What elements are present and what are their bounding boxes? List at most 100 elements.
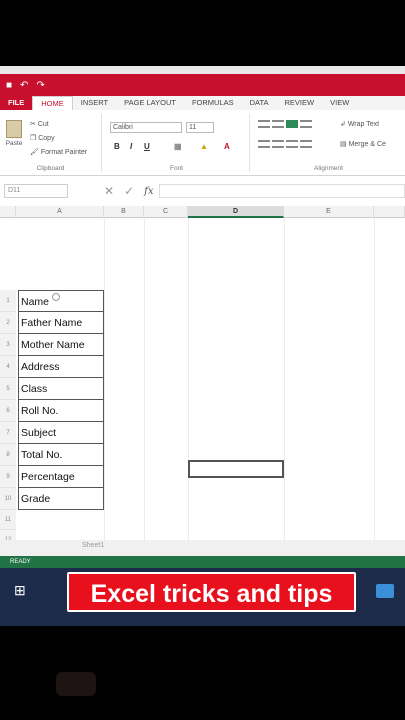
tab-insert[interactable]: INSERT — [73, 96, 116, 110]
bold-button[interactable]: B — [114, 142, 120, 151]
font-color-icon[interactable]: A — [224, 142, 230, 151]
tab-page-layout[interactable]: PAGE LAYOUT — [116, 96, 184, 110]
column-header-c[interactable]: C — [144, 206, 188, 218]
cancel-icon[interactable]: ✕ — [104, 184, 114, 198]
clipboard-group-label: Clipboard — [36, 165, 65, 172]
select-all-corner[interactable] — [0, 206, 16, 218]
alignment-group: ↲ Wrap Text ▤ Merge & Ce Alignment — [252, 114, 405, 172]
title-bar: ■ ↶ ↷ — [0, 74, 405, 96]
window-top-strip — [0, 66, 405, 74]
cut-button[interactable]: ✂ Cut — [30, 120, 49, 128]
borders-icon[interactable]: ▦ — [174, 142, 182, 151]
alignment-group-label: Alignment — [314, 165, 343, 172]
font-name-select[interactable]: Calibri — [110, 122, 182, 133]
sheet-tab-bar: Sheet1 — [0, 540, 405, 556]
orientation-icon[interactable] — [300, 120, 312, 128]
background-object — [56, 672, 96, 696]
wrap-text-button[interactable]: ↲ Wrap Text — [340, 120, 379, 128]
row-header[interactable]: 2 — [0, 312, 16, 334]
paste-button[interactable]: Paste — [4, 120, 24, 150]
row-header[interactable]: 10 — [0, 488, 16, 510]
insert-function-icon[interactable]: fx — [144, 186, 153, 197]
ribbon-tabs: FILE HOME INSERT PAGE LAYOUT FORMULAS DA… — [0, 96, 405, 110]
align-center-icon[interactable] — [272, 140, 284, 148]
align-left-icon[interactable] — [258, 140, 270, 148]
cell-a6[interactable]: Roll No. — [18, 400, 104, 422]
indent-icon[interactable] — [300, 140, 312, 148]
row-header[interactable]: 4 — [0, 356, 16, 378]
active-cell-d11[interactable] — [188, 460, 284, 478]
sheet-tab[interactable]: Sheet1 — [78, 542, 108, 549]
row-header[interactable]: 1 — [0, 290, 16, 312]
gridline — [188, 218, 189, 551]
tab-review[interactable]: REVIEW — [277, 96, 323, 110]
align-right-icon[interactable] — [286, 140, 298, 148]
clipboard-icon — [6, 120, 22, 138]
formula-input[interactable] — [159, 184, 405, 198]
excel-window: ■ ↶ ↷ FILE HOME INSERT PAGE LAYOUT FORMU… — [0, 66, 405, 626]
font-group-label: Font — [169, 165, 183, 172]
align-middle-icon[interactable] — [272, 120, 284, 128]
redo-icon[interactable]: ↷ — [36, 80, 44, 91]
row-header[interactable]: 7 — [0, 422, 16, 444]
gridline — [144, 218, 145, 551]
format-painter-button[interactable]: 🖌 Format Painter — [30, 148, 87, 156]
windows-start-icon[interactable]: ⊞ — [14, 582, 30, 598]
cell-a10[interactable]: Grade — [18, 488, 104, 510]
paste-label: Paste — [5, 140, 23, 147]
ribbon-home: Paste ✂ Cut ❐ Copy 🖌 Format Painter Clip… — [0, 110, 405, 176]
font-size-select[interactable]: 11 — [186, 122, 214, 133]
tab-view[interactable]: VIEW — [322, 96, 357, 110]
spreadsheet-grid[interactable]: A B C D E 1 2 3 4 5 6 7 8 9 10 11 12 Nam… — [0, 206, 405, 551]
row-header[interactable]: 9 — [0, 466, 16, 488]
clipboard-group: Paste ✂ Cut ❐ Copy 🖌 Format Painter Clip… — [0, 114, 102, 172]
column-header-f[interactable] — [374, 206, 405, 218]
tab-file[interactable]: FILE — [0, 96, 33, 110]
store-icon[interactable] — [376, 584, 394, 598]
row-header[interactable]: 8 — [0, 444, 16, 466]
font-group: Calibri 11 B I U ▦ ▲ A Font — [104, 114, 250, 172]
align-top-icon[interactable] — [258, 120, 270, 128]
name-box[interactable]: D11 — [4, 184, 68, 198]
tab-formulas[interactable]: FORMULAS — [184, 96, 242, 110]
cell-a7[interactable]: Subject — [18, 422, 104, 444]
alignment-buttons — [258, 120, 328, 160]
underline-button[interactable]: U — [144, 142, 150, 151]
video-caption: Excel tricks and tips — [67, 572, 356, 612]
copy-label: Copy — [38, 135, 55, 142]
gridline — [284, 218, 285, 551]
cell-a3[interactable]: Mother Name — [18, 334, 104, 356]
gridline — [374, 218, 375, 551]
cell-a5[interactable]: Class — [18, 378, 104, 400]
status-bar: READY — [0, 556, 405, 568]
gridline — [104, 218, 105, 551]
format-painter-label: Format Painter — [40, 149, 88, 156]
align-bottom-icon[interactable] — [286, 120, 298, 128]
column-header-d[interactable]: D — [188, 206, 284, 218]
italic-button[interactable]: I — [130, 142, 132, 151]
row-header[interactable]: 6 — [0, 400, 16, 422]
row-header[interactable]: 3 — [0, 334, 16, 356]
cell-a4[interactable]: Address — [18, 356, 104, 378]
cell-a2[interactable]: Father Name — [18, 312, 104, 334]
merge-center-button[interactable]: ▤ Merge & Ce — [340, 140, 386, 148]
enter-icon[interactable]: ✓ — [124, 184, 134, 198]
column-header-a[interactable]: A — [16, 206, 104, 218]
formula-bar: D11 ✕ ✓ fx — [0, 182, 405, 200]
cut-label: Cut — [37, 121, 49, 128]
row-header[interactable]: 11 — [0, 510, 16, 530]
save-icon[interactable]: ■ — [6, 80, 12, 91]
column-header-b[interactable]: B — [104, 206, 144, 218]
fill-color-icon[interactable]: ▲ — [200, 142, 208, 151]
row-header[interactable]: 5 — [0, 378, 16, 400]
cell-a1[interactable]: Name — [18, 290, 104, 312]
cell-a9[interactable]: Percentage — [18, 466, 104, 488]
cell-a8[interactable]: Total No. — [18, 444, 104, 466]
tab-home[interactable]: HOME — [32, 96, 73, 110]
wrap-text-label: Wrap Text — [347, 121, 380, 128]
copy-button[interactable]: ❐ Copy — [30, 134, 55, 142]
undo-icon[interactable]: ↶ — [20, 80, 28, 91]
tab-data[interactable]: DATA — [242, 96, 277, 110]
merge-label: Merge & Ce — [348, 141, 386, 148]
column-header-e[interactable]: E — [284, 206, 374, 218]
